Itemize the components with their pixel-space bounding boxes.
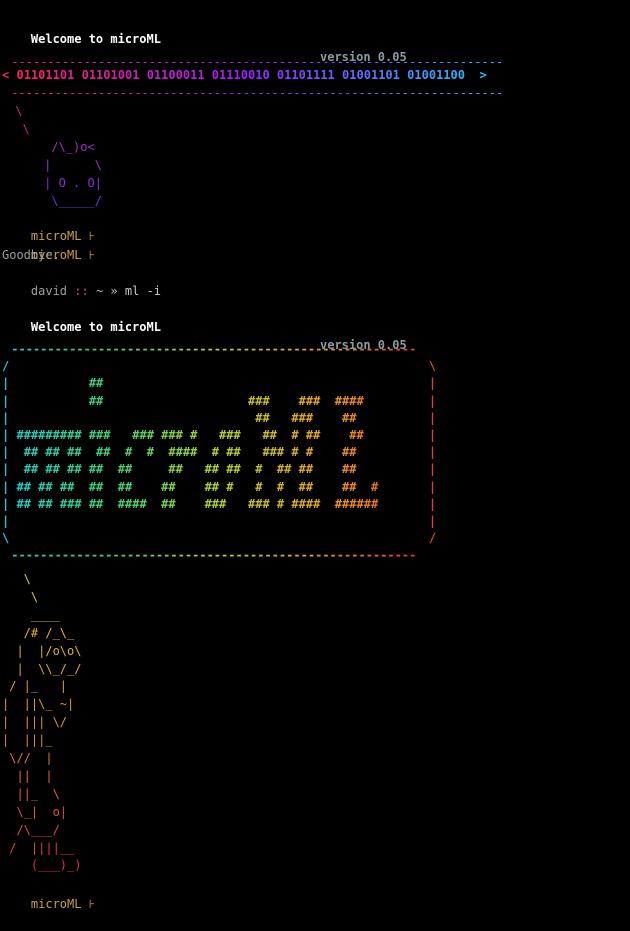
robot-art-line: \ (2, 572, 31, 586)
box-row: | ## ## ### ## #### ## ### ### # #### ##… (2, 496, 437, 511)
welcome-text: Welcome to microML (30, 32, 161, 46)
robot-art-line: / |_ | (2, 679, 68, 694)
box-row: / \ (2, 359, 437, 374)
box-bottom-border: ----------------------------------------… (11, 548, 417, 563)
robot-art-line: \_| o| (2, 804, 68, 819)
prompt-symbol: ⊦ (88, 897, 95, 911)
robot-art-line: | ||| \/ (2, 715, 68, 730)
robot-art-line: / ||||__ (2, 840, 75, 855)
box-row: | ## ## ## ## # # #### # ## ### # # ## | (2, 445, 437, 460)
cat-art-line: /\_)o< (8, 140, 95, 154)
prompt-symbol: ⊦ (88, 248, 95, 262)
box-row: \ / (2, 531, 437, 546)
robot-art-line: ||_ \ (2, 786, 60, 801)
robot-art-line: \ (2, 589, 39, 604)
shell-user: david (30, 284, 68, 298)
robot-art-line: | \\_/_/ (2, 661, 82, 676)
robot-art-line: ____ (2, 607, 60, 622)
prompt-name: microML (30, 897, 82, 911)
box-row: | ## ### ## | (2, 410, 437, 425)
box-row: | ## | (2, 376, 437, 391)
prompt-line-final[interactable]: microML ⊦ (2, 877, 95, 911)
cat-art-line: | \ (8, 158, 102, 172)
box-row: | ## ## ## ## ## ## ## ## # ## ## ## | (2, 462, 437, 477)
shell-directory: ~ (95, 284, 104, 298)
cat-art-line: \ (8, 104, 23, 118)
prompt-line-1: microML ⊦ (2, 209, 95, 243)
welcome-line: Welcome to microML version 0.05 (2, 12, 407, 64)
shell-prompt-line: david :: ~ » ml -i (2, 264, 161, 298)
terminal-window[interactable]: Welcome to microML version 0.05 --------… (0, 0, 630, 920)
goodbye-line: Goodbye. (2, 248, 60, 262)
robot-art-line: | ||\_ ~| (2, 697, 75, 712)
box-row: | ## ## ## ## ## ## ## # # # ## ## # | (2, 479, 437, 494)
robot-art-line: | |||_ (2, 733, 53, 748)
robot-art-line: /\___/ (2, 822, 60, 837)
shell-arrow: » (110, 284, 118, 298)
banner-bottom-border: ----------------------------------------… (11, 86, 504, 100)
robot-art-line: | |/o\o\ (2, 643, 82, 658)
welcome-text: Welcome to microML (30, 320, 161, 334)
box-row: | ## ### ### #### | (2, 393, 437, 408)
robot-art-line: /# /_\_ (2, 625, 75, 640)
welcome-line-2: Welcome to microML version 0.05 (2, 300, 407, 352)
robot-art-line: \// | (2, 751, 53, 765)
robot-art-line: || | (2, 768, 53, 783)
cat-art-line: \ (8, 122, 30, 136)
robot-art-line: (___)_) (2, 858, 82, 873)
banner-binary-line: < 01101101 01101001 01100011 01110010 01… (2, 68, 487, 82)
box-row: | ######### ### ### ### # ### ## # ## ##… (2, 428, 437, 442)
prompt-line-2: microML ⊦ (2, 228, 95, 262)
box-top-border: ----------------------------------------… (11, 342, 417, 356)
cat-art-line: | O . O| (8, 176, 102, 190)
shell-command: ml -i (124, 284, 162, 298)
cat-art-line: \_____/ (8, 194, 102, 208)
shell-separator: :: (74, 284, 89, 298)
box-row: | | (2, 514, 437, 528)
